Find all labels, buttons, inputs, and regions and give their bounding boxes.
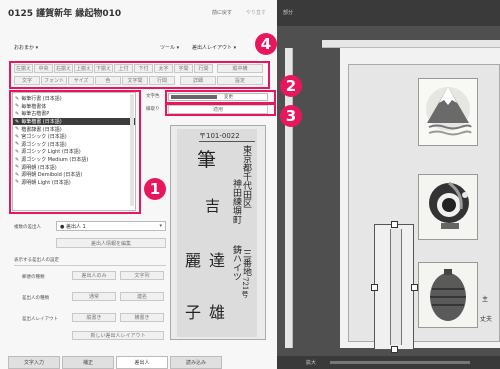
name-family-2: 麗 [185,251,202,270]
fuji-illustration [426,87,472,136]
address-building: 鋳ハイツ [231,245,241,281]
text-color-label: 文字色 [146,94,160,99]
postal-code: 〒101-0022 [199,132,240,140]
resize-handle-left[interactable] [371,284,378,291]
resize-handle-top[interactable] [391,221,398,228]
preview-name-a: 主 [482,296,489,303]
layout-horizontal-button[interactable]: 横書き [120,313,164,322]
layout-vertical-button[interactable]: 縦書き [72,313,116,322]
sender-type-label: 差出人の種類 [22,296,49,301]
postal-type-sender-button[interactable]: 差出人のみ [72,271,116,280]
sender-select-value: ● 差出人 1 [60,224,86,230]
new-sender-layout-button[interactable]: 新しい差出人レイアウト [72,331,164,340]
zoom-slider[interactable] [330,361,470,364]
highlight-toolbar [9,61,270,89]
edit-sender-button[interactable]: 差出人情報を編集 [56,238,166,248]
marker-1: 1 [144,178,166,200]
name-family-3: 子 [185,303,202,322]
tool-menu[interactable]: ツール ▾ [160,44,179,51]
card-sheet: 〒101-0022 東京都千代田区 神田練塀町 三番地 鋳ハイツ 721号 筆 … [177,129,257,337]
highlight-font-list [9,90,141,214]
view-menu[interactable]: おおまか ▾ [14,44,38,51]
sender-text-inner [390,229,402,345]
highlight-color-row [165,90,276,104]
resize-handle-bottom[interactable] [391,346,398,353]
name-family-1: 筆 [197,149,217,171]
sender-type-single-button[interactable]: 通常 [72,292,116,301]
postal-underline [199,141,255,142]
border-label: 縁取り [146,107,160,112]
address-room: 721号 [241,277,249,298]
resize-handle-right[interactable] [411,284,418,291]
chevron-down-icon: ▾ [159,223,162,229]
name-given-2: 達 [209,251,226,270]
marker-4: 4 [255,33,277,55]
sender-select[interactable]: ● 差出人 1 ▾ [56,221,166,231]
sender-section-label: 表示する差出人の設定 [14,258,59,263]
name-given-3: 雄 [209,303,226,322]
layout-menu[interactable]: 差出人レイアウト ▾ [192,44,236,51]
name-given-1: 吉 [205,197,221,215]
address-line2: 神田練塀町 [231,179,241,224]
preview-name-b: 丈夫 [480,316,493,323]
bottom-tab[interactable]: 文字入力 [8,356,60,369]
sender-section-divider [14,265,166,266]
card-canvas[interactable]: 主 丈夫 [340,48,500,353]
editor-header [277,0,500,26]
egg-illustration [430,269,466,321]
editor-label: 部分 [283,10,294,16]
egg-tile [418,262,478,328]
marker-2: 2 [280,75,302,97]
marker-3: 3 [280,105,302,127]
address-line3: 三番地 [241,249,251,276]
postal-type-label: 郵便の種類 [22,275,45,280]
zoom-label[interactable]: 拡大 [306,359,316,366]
sender-type-joint-button[interactable]: 連名 [120,292,164,301]
app-title: 0125 謹賀新年 縁起物010 [8,9,122,19]
bottom-tab[interactable]: 差出人 [116,356,168,369]
bird-tile [418,174,478,240]
address-line1: 東京都千代田区 [241,145,251,208]
undo-button[interactable]: 前に戻す [212,9,232,16]
highlight-border-row [165,103,276,116]
bird-illustration [429,181,469,229]
redo-button[interactable]: やり直す [246,9,266,16]
sender-select-label: 複数の差出人 [14,225,41,230]
card-preview: 〒101-0022 東京都千代田区 神田練塀町 三番地 鋳ハイツ 721号 筆 … [170,125,266,340]
postal-type-text-button[interactable]: 文字列 [120,271,164,280]
bottom-tab[interactable]: 読み込み [170,356,222,369]
fuji-tile [418,78,478,146]
bottom-tab[interactable]: 補正 [62,356,114,369]
top-ruler [322,40,500,48]
sender-layout-label: 差出人レイアウト [22,317,58,322]
sender-text-frame[interactable] [374,224,414,350]
